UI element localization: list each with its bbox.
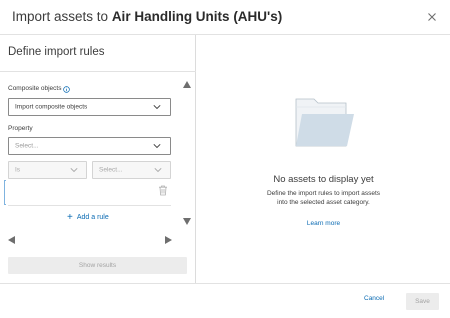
add-rule-button[interactable]: + Add a rule xyxy=(67,211,109,223)
dialog-title-target: Air Handling Units (AHU's) xyxy=(111,9,283,24)
composite-objects-value: Import composite objects xyxy=(15,103,88,111)
scroll-up-arrow[interactable] xyxy=(183,81,191,88)
divider xyxy=(0,71,196,72)
close-icon xyxy=(428,13,436,21)
scroll-right-arrow[interactable] xyxy=(165,236,172,244)
import-assets-dialog: Import assets to Air Handling Units (AHU… xyxy=(0,0,450,318)
divider xyxy=(8,205,171,206)
dialog-header: Import assets to Air Handling Units (AHU… xyxy=(0,0,450,35)
learn-more-link[interactable]: Learn more xyxy=(197,220,450,227)
composite-objects-select[interactable]: Import composite objects xyxy=(8,98,171,116)
scroll-left-arrow[interactable] xyxy=(8,236,15,244)
save-button[interactable]: Save xyxy=(406,293,439,310)
chevron-down-icon xyxy=(154,167,162,173)
panel-heading: Define import rules xyxy=(8,46,105,58)
rule-selection-indicator xyxy=(4,180,6,205)
cancel-button[interactable]: Cancel xyxy=(364,295,384,302)
property-select[interactable]: Select... xyxy=(8,137,171,155)
operator-value: Is xyxy=(15,166,21,174)
info-icon[interactable] xyxy=(63,86,70,93)
close-button[interactable] xyxy=(425,10,439,24)
dialog-title-prefix: Import assets to xyxy=(12,9,109,24)
dialog-footer: Cancel Save xyxy=(0,283,450,318)
import-rules-panel: Define import rules Composite objects Im… xyxy=(0,35,196,283)
empty-state-description-line: Define the import rules to import assets xyxy=(266,190,381,197)
add-rule-label: Add a rule xyxy=(76,214,109,221)
empty-state-description: Define the import rules to import assets… xyxy=(197,189,450,207)
plus-icon: + xyxy=(67,212,73,223)
empty-folder-icon xyxy=(295,98,354,147)
show-results-button[interactable]: Show results xyxy=(8,257,187,274)
empty-state-title: No assets to display yet xyxy=(273,174,374,185)
empty-state-description-line: into the selected asset category. xyxy=(277,199,370,206)
operator-select[interactable]: Is xyxy=(8,161,87,179)
value-placeholder: Select... xyxy=(99,166,123,174)
assets-preview-panel: No assets to display yet Define the impo… xyxy=(197,35,450,283)
chevron-down-icon xyxy=(153,104,161,110)
composite-objects-label: Composite objects xyxy=(8,85,62,92)
scroll-down-arrow[interactable] xyxy=(183,218,191,225)
property-placeholder: Select... xyxy=(15,142,39,150)
chevron-down-icon xyxy=(153,143,161,149)
trash-icon[interactable] xyxy=(158,185,168,196)
property-label: Property xyxy=(8,125,33,132)
value-select[interactable]: Select... xyxy=(92,161,171,179)
chevron-down-icon xyxy=(70,167,78,173)
dialog-title: Import assets to Air Handling Units (AHU… xyxy=(12,9,282,24)
